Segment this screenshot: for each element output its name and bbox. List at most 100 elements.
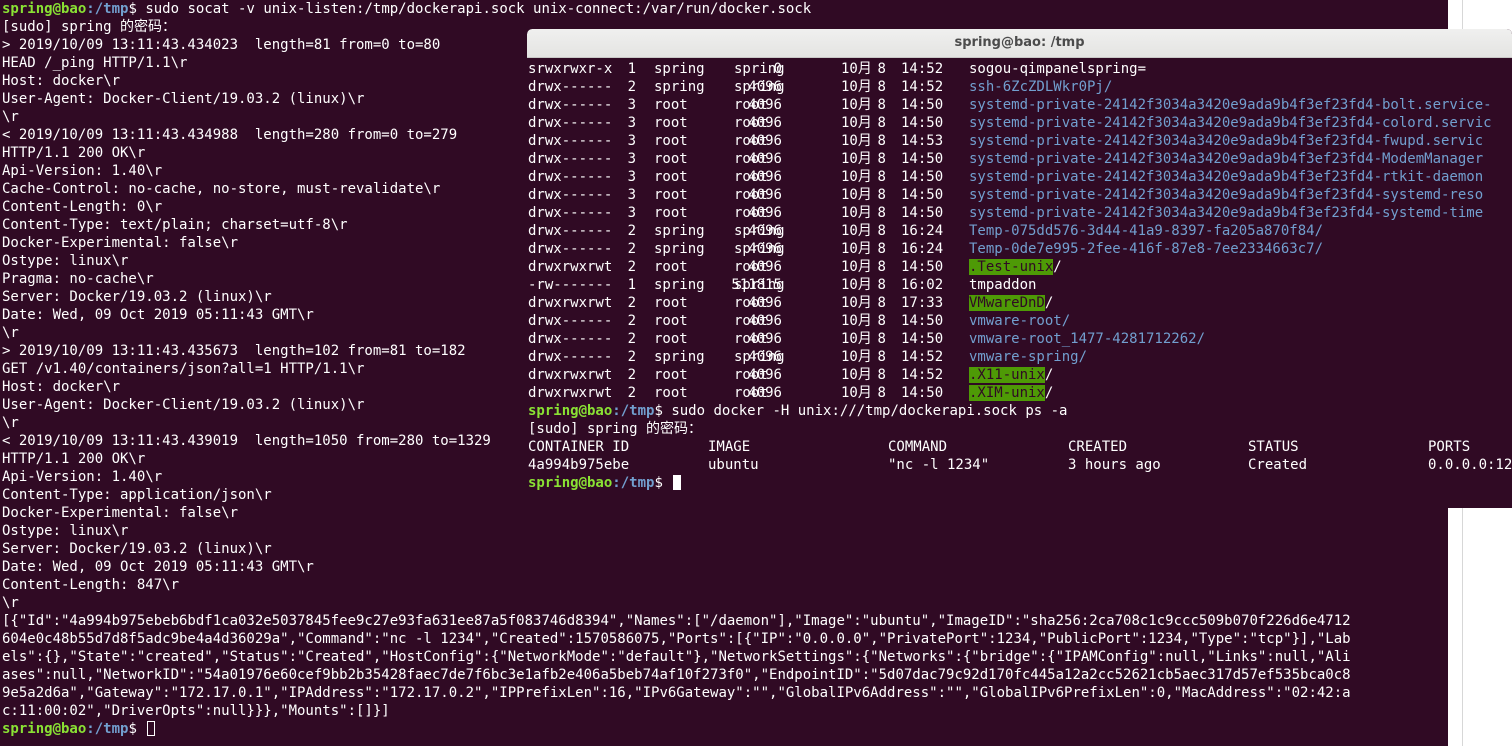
listing-row: srwxrwxr-x 1 spring spring 0 10月 8 14:52 sogou-q… (528, 60, 1512, 78)
listing-links: 2 (627, 349, 636, 365)
ps-cell: "nc -l 1234" (888, 457, 990, 473)
listing-owner: spring (654, 61, 705, 77)
listing-owner: root (654, 115, 688, 131)
listing-time: 14:50 (901, 187, 944, 203)
output-line: < 2019/10/09 13:11:43.439019 length=1050… (2, 433, 491, 449)
final-prompt-line[interactable]: spring@bao:/tmp$ (2, 720, 156, 738)
output-line: HTTP/1.1 200 OK\r (2, 145, 146, 161)
listing-owner: root (654, 259, 688, 275)
listing-time: 16:24 (901, 241, 944, 257)
output-line: Content-Length: 0\r (2, 199, 163, 215)
ps-cell: 0.0.0.0:12 (1428, 457, 1512, 473)
listing-owner: root (654, 313, 688, 329)
foreground-terminal-window[interactable]: spring@bao: /tmp srwxrwxr-x 1 spring spring… (527, 29, 1512, 508)
listing-size: 4096 (748, 241, 782, 257)
listing-time: 16:24 (901, 223, 944, 239)
listing-time: 14:50 (901, 151, 944, 167)
listing-day: 8 (877, 115, 886, 131)
output-line: Pragma: no-cache\r (2, 271, 154, 287)
listing-time: 14:52 (901, 79, 944, 95)
listing-row: drwx------ 2 spring spring 4096 10月 8 16:24 Temp… (528, 240, 1512, 258)
ps-header-cell: CONTAINER ID (528, 439, 630, 455)
ps-header-row: CONTAINER ID IMAGE COMMAND CREATED STATUS POR… (528, 438, 1512, 456)
docker-command-line: spring@bao:/tmp$ sudo docker -H unix:///… (528, 402, 1067, 420)
prompt-dollar: $ (128, 1, 146, 17)
listing-perms: drwx------ (528, 115, 613, 131)
listing-month: 10月 (841, 331, 872, 347)
listing-row: drwx------ 3 root root 4096 10月 8 14:50 systemd-… (528, 186, 1512, 204)
listing-owner: spring (654, 241, 705, 257)
prompt-user: spring@bao (2, 721, 87, 737)
listing-name: systemd-private-24142f3034a3420e9ada9b4f… (969, 151, 1484, 167)
sticky-dir-name: .Test-unix (969, 259, 1054, 275)
listing-row: drwx------ 2 spring spring 4096 10月 8 14:52 ssh-… (528, 78, 1512, 96)
listing-perms: drwxrwxrwt (528, 259, 613, 275)
output-line: [{"Id":"4a994b975ebeb6bdf1ca032e5037845f… (2, 613, 1351, 629)
listing-day: 8 (877, 385, 886, 401)
output-line: Ostype: linux\r (2, 253, 129, 269)
listing-month: 10月 (841, 313, 872, 329)
output-line: Date: Wed, 09 Oct 2019 05:11:43 GMT\r (2, 559, 314, 575)
listing-name: vmware-spring/ (969, 349, 1088, 365)
listing-size: 4096 (748, 259, 782, 275)
listing-time: 14:50 (901, 331, 944, 347)
listing-row: drwxrwxrwt 2 root root 4096 10月 8 17:33 VMwareDn… (528, 294, 1512, 312)
ps-cell: 4a994b975ebe (528, 457, 630, 473)
listing-row: drwx------ 3 root root 4096 10月 8 14:50 systemd-… (528, 168, 1512, 186)
listing-time: 14:50 (901, 259, 944, 275)
listing-month: 10月 (841, 241, 872, 257)
final-prompt-line[interactable]: spring@bao:/tmp$ (528, 474, 682, 492)
output-line: Docker-Experimental: false\r (2, 505, 239, 521)
prompt-dollar: $ (654, 475, 672, 491)
listing-owner: root (654, 151, 688, 167)
listing-row: drwx------ 2 spring spring 4096 10月 8 14:52 vmwa… (528, 348, 1512, 366)
output-line: \r (2, 325, 19, 341)
listing-links: 2 (627, 313, 636, 329)
listing-day: 8 (877, 223, 886, 239)
window-titlebar[interactable]: spring@bao: /tmp (527, 29, 1512, 58)
listing-name: systemd-private-24142f3034a3420e9ada9b4f… (969, 115, 1492, 131)
listing-day: 8 (877, 259, 886, 275)
listing-perms: drwx------ (528, 313, 613, 329)
listing-size: 4096 (748, 205, 782, 221)
listing-size: 4096 (748, 223, 782, 239)
listing-links: 3 (627, 169, 636, 185)
listing-owner: root (654, 331, 688, 347)
listing-row: -rw------- 1 spring spring 511815 10月 8 16:02 tm… (528, 276, 1512, 294)
listing-links: 3 (627, 115, 636, 131)
listing-time: 16:02 (901, 277, 944, 293)
listing-day: 8 (877, 367, 886, 383)
ps-header-cell: PORTS (1428, 439, 1471, 455)
listing-name: systemd-private-24142f3034a3420e9ada9b4f… (969, 205, 1484, 221)
listing-links: 2 (627, 79, 636, 95)
listing-size: 511815 (731, 277, 782, 293)
listing-day: 8 (877, 187, 886, 203)
ps-container-row: 4a994b975ebe ubuntu "nc -l 1234" 3 hours ag… (528, 456, 1512, 474)
listing-size: 0 (773, 61, 782, 77)
output-line: Api-Version: 1.40\r (2, 469, 163, 485)
listing-month: 10月 (841, 259, 872, 275)
listing-name: systemd-private-24142f3034a3420e9ada9b4f… (969, 97, 1492, 113)
prompt-dollar: $ (654, 403, 672, 419)
listing-row: drwx------ 3 root root 4096 10月 8 14:53 systemd-… (528, 132, 1512, 150)
listing-row: drwx------ 3 root root 4096 10月 8 14:50 systemd-… (528, 150, 1512, 168)
listing-name: Temp-075dd576-3d44-41a9-8397-fa205a870f8… (969, 223, 1324, 239)
listing-owner: spring (654, 223, 705, 239)
listing-name: VMwareDnD/ (969, 294, 1053, 312)
listing-month: 10月 (841, 169, 872, 185)
listing-time: 14:50 (901, 313, 944, 329)
output-line: User-Agent: Docker-Client/19.03.2 (linux… (2, 91, 365, 107)
listing-day: 8 (877, 295, 886, 311)
output-line: c:11:00:02","DriverOpts":null}}},"Mounts… (2, 703, 390, 719)
listing-perms: -rw------- (528, 277, 613, 293)
listing-name: systemd-private-24142f3034a3420e9ada9b4f… (969, 169, 1484, 185)
listing-owner: root (654, 385, 688, 401)
listing-row: drwx------ 3 root root 4096 10月 8 14:50 systemd-… (528, 114, 1512, 132)
listing-day: 8 (877, 169, 886, 185)
output-line: Ostype: linux\r (2, 523, 129, 539)
listing-time: 14:52 (901, 349, 944, 365)
output-line: \r (2, 415, 19, 431)
listing-month: 10月 (841, 133, 872, 149)
listing-owner: spring (654, 277, 705, 293)
prompt-user: spring@bao (2, 1, 87, 17)
